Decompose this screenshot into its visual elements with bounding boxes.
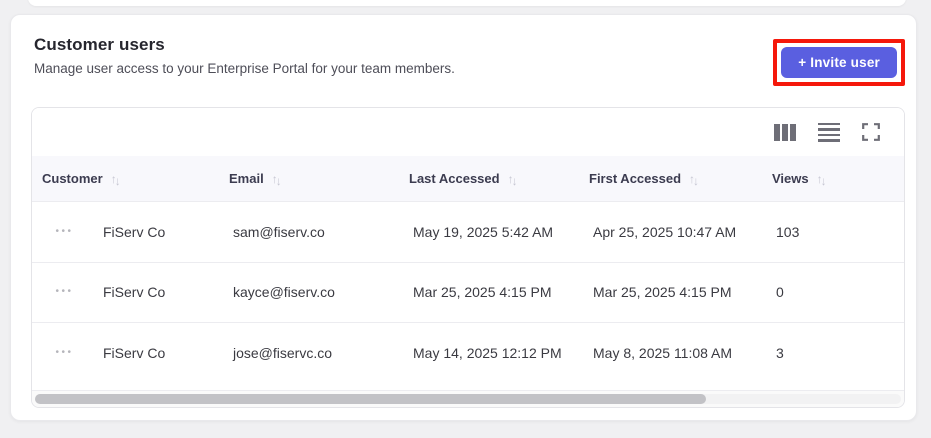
invite-user-button[interactable]: + Invite user	[781, 47, 897, 78]
row-menu-icon[interactable]: •••	[53, 223, 75, 241]
horizontal-scrollbar	[32, 390, 904, 407]
table-row: ••• FiServ Co jose@fiservc.co May 14, 20…	[32, 322, 904, 383]
page-title: Customer users	[34, 35, 165, 54]
cell-first-accessed: Apr 25, 2025 10:47 AM	[593, 223, 737, 240]
cell-first-accessed: May 8, 2025 11:08 AM	[593, 344, 733, 361]
fullscreen-icon[interactable]	[862, 123, 880, 141]
column-header-email[interactable]: Email ↑ ↓	[227, 171, 407, 188]
row-menu-icon[interactable]: •••	[53, 344, 75, 362]
customer-users-card: Customer users Manage user access to you…	[10, 14, 917, 421]
row-menu-icon[interactable]: •••	[53, 283, 75, 301]
table-toolbar	[32, 108, 904, 156]
sort-icon[interactable]: ↑ ↓	[817, 172, 827, 188]
users-table-panel: Customer ↑ ↓ Email ↑ ↓ Last Accessed ↑ ↓ Fi…	[31, 107, 905, 408]
cell-last-accessed: May 14, 2025 12:12 PM	[413, 344, 562, 361]
table-row: ••• FiServ Co sam@fiserv.co May 19, 2025…	[32, 201, 904, 262]
cell-customer: FiServ Co	[103, 223, 166, 240]
scrollbar-thumb[interactable]	[35, 394, 707, 404]
cell-customer: FiServ Co	[103, 284, 166, 301]
columns-icon[interactable]	[774, 123, 796, 141]
previous-card-bottom-edge	[28, 0, 906, 6]
annotation-highlight: + Invite user	[773, 39, 905, 86]
table-body: ••• FiServ Co sam@fiserv.co May 19, 2025…	[32, 201, 904, 390]
cell-last-accessed: May 19, 2025 5:42 AM	[413, 223, 554, 240]
table-row: ••• FiServ Co kayce@fiserv.co Mar 25, 20…	[32, 261, 904, 322]
card-header: Customer users Manage user access to you…	[11, 15, 916, 93]
sort-icon[interactable]: ↑ ↓	[508, 172, 518, 188]
sort-icon[interactable]: ↑ ↓	[111, 172, 121, 188]
cell-views: 3	[776, 344, 784, 361]
cell-email: sam@fiserv.co	[233, 223, 325, 240]
column-header-last-accessed[interactable]: Last Accessed ↑ ↓	[407, 171, 587, 188]
column-header-views[interactable]: Views ↑ ↓	[770, 171, 904, 188]
sort-icon[interactable]: ↑ ↓	[689, 172, 699, 188]
column-header-first-accessed[interactable]: First Accessed ↑ ↓	[587, 171, 770, 188]
scrollbar-track[interactable]	[35, 394, 901, 404]
cell-views: 0	[776, 284, 784, 301]
cell-email: kayce@fiserv.co	[233, 284, 335, 301]
cell-customer: FiServ Co	[103, 344, 166, 361]
column-header-customer[interactable]: Customer ↑ ↓	[32, 171, 227, 188]
table-header-row: Customer ↑ ↓ Email ↑ ↓ Last Accessed ↑ ↓ Fi…	[32, 156, 904, 201]
sort-icon[interactable]: ↑ ↓	[272, 172, 282, 188]
cell-first-accessed: Mar 25, 2025 4:15 PM	[593, 284, 732, 301]
page-subtitle: Manage user access to your Enterprise Po…	[34, 61, 455, 76]
cell-last-accessed: Mar 25, 2025 4:15 PM	[413, 284, 552, 301]
cell-email: jose@fiservc.co	[233, 344, 333, 361]
cell-views: 103	[776, 223, 800, 240]
row-density-icon[interactable]	[818, 122, 840, 142]
